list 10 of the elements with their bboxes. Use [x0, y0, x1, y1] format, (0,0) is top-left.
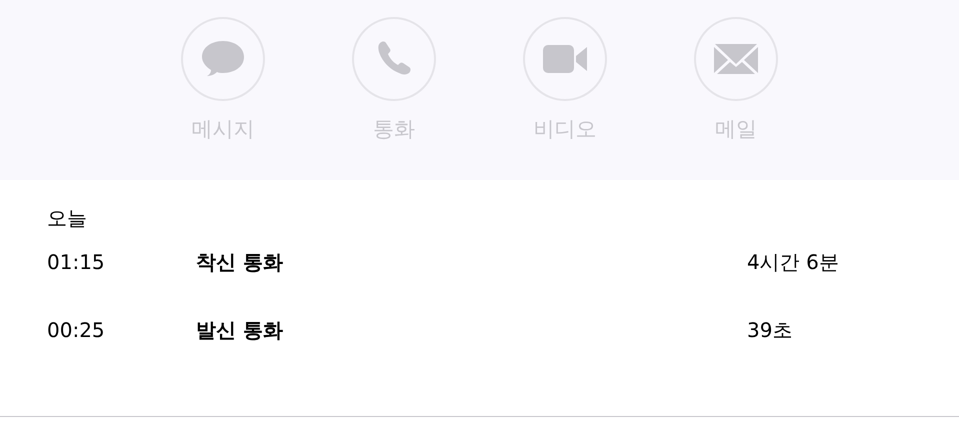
- call-duration: 39초: [747, 316, 794, 344]
- call-duration: 4시간 6분: [747, 248, 840, 276]
- envelope-icon: [714, 44, 758, 74]
- call-type: 착신 통화: [196, 248, 284, 276]
- call-time: 00:25: [47, 318, 106, 342]
- call-time: 01:15: [47, 250, 106, 274]
- speech-bubble-icon: [201, 39, 245, 79]
- date-heading: 오늘: [47, 206, 87, 230]
- call-type: 발신 통화: [196, 316, 284, 344]
- video-camera-icon: [542, 44, 588, 74]
